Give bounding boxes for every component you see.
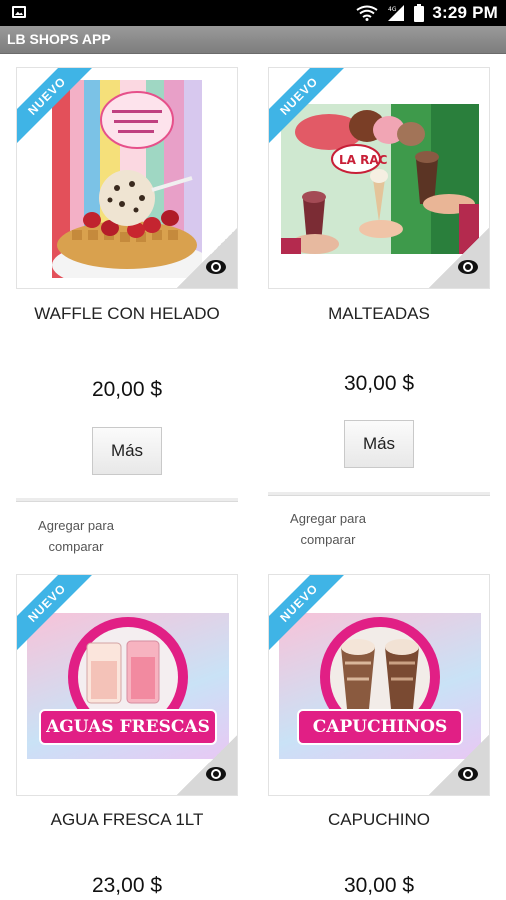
product-title[interactable]: WAFFLE CON HELADO [16,301,238,327]
battery-icon [414,4,425,22]
product-card-waffle: NUEVO WAFFLE CON HELADO 20,00 $ Más Agre… [16,67,238,567]
app-title: LB SHOPS APP [7,31,111,47]
divider [268,492,490,496]
more-button[interactable]: Más [344,420,414,468]
product-title[interactable]: MALTEADAS [268,301,490,327]
product-price: 20,00 $ [91,378,163,401]
product-image-link[interactable]: NUEVO AGUAS FRESCAS [16,574,238,796]
add-to-compare-link[interactable]: Agregar para comparar [268,508,388,550]
picture-notification-icon [12,6,26,18]
status-indicators: 4G 3:29 PM [356,3,498,23]
product-title[interactable]: CAPUCHINO [268,807,490,833]
product-price: 30,00 $ [343,372,415,395]
product-title[interactable]: AGUA FRESCA 1LT [16,807,238,833]
signal-icon: 4G [388,5,405,21]
wifi-icon [356,5,378,21]
quick-view-eye-icon[interactable] [205,256,227,278]
product-price: 30,00 $ [343,874,415,897]
add-to-compare-link[interactable]: Agregar para comparar [16,515,136,557]
product-image-link[interactable]: NUEVO LA RAC [268,67,490,289]
product-image-link[interactable]: NUEVO [16,67,238,289]
product-grid: NUEVO WAFFLE CON HELADO 20,00 $ Más Agre… [0,54,506,900]
quick-view-eye-icon[interactable] [205,763,227,785]
product-card-capuchino: NUEVO CAPUCHINOS CAPUCHINO 30,00 $ [268,574,490,900]
product-image-link[interactable]: NUEVO CAPUCHINOS [268,574,490,796]
quick-view-eye-icon[interactable] [457,763,479,785]
quick-view-eye-icon[interactable] [457,256,479,278]
product-card-malteadas: NUEVO LA RAC MALTEADAS 30,00 $ Más Agreg… [268,67,490,567]
divider [16,498,238,502]
status-bar: 4G 3:29 PM [0,0,506,26]
more-button[interactable]: Más [92,427,162,475]
svg-text:LA RAC: LA RAC [339,153,388,167]
product-card-agua-fresca: NUEVO AGUAS FRESCAS AGUA FRESCA 1LT 23,0… [16,574,238,900]
app-title-bar: LB SHOPS APP [0,26,506,54]
product-price: 23,00 $ [91,874,163,897]
svg-text:4G: 4G [388,6,397,13]
status-time: 3:29 PM [432,3,498,22]
